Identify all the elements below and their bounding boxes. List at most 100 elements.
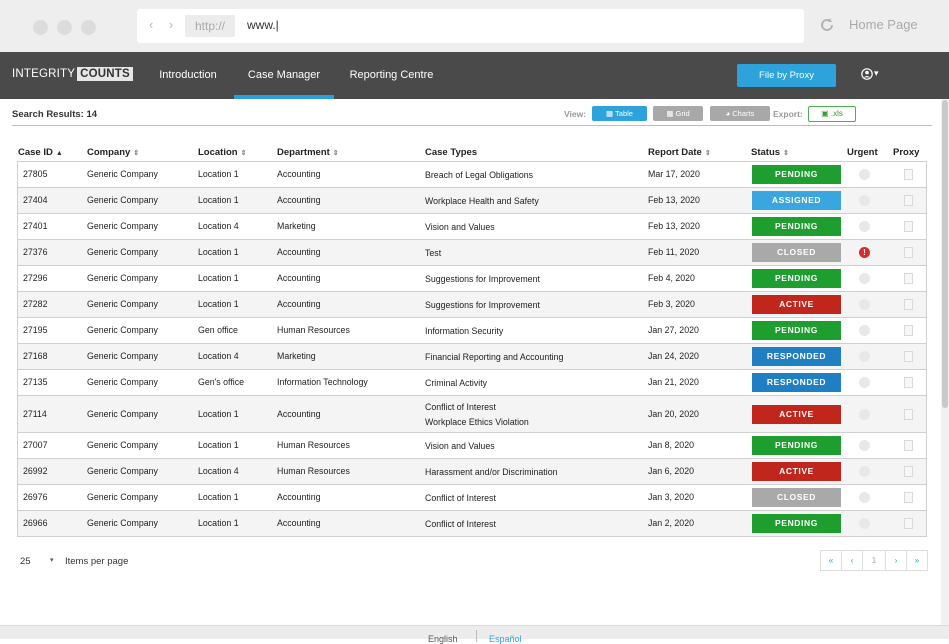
table-row[interactable]: 26976 Generic Company Location 1 Accounting… bbox=[17, 485, 927, 511]
proxy-document-icon[interactable] bbox=[904, 440, 913, 451]
view-table-button[interactable]: ▦ Table bbox=[592, 106, 647, 121]
window-minimize-dot[interactable] bbox=[57, 20, 72, 35]
view-charts-label: Charts bbox=[732, 109, 755, 118]
browser-chrome: ‹ › http:// www.| Home Page bbox=[0, 0, 949, 52]
department-cell: Human Resources bbox=[277, 325, 350, 335]
proxy-document-icon[interactable] bbox=[904, 221, 913, 232]
file-by-proxy-button[interactable]: File by Proxy bbox=[737, 64, 836, 87]
table-row[interactable]: 26966 Generic Company Location 1 Accounting… bbox=[17, 511, 927, 537]
location-cell: Location 1 bbox=[198, 440, 239, 450]
urgent-off-icon[interactable] bbox=[859, 466, 870, 477]
reload-icon[interactable] bbox=[818, 16, 836, 34]
location-cell: Location 4 bbox=[198, 221, 239, 231]
urgent-off-icon[interactable] bbox=[859, 492, 870, 503]
urgent-off-icon[interactable] bbox=[859, 273, 870, 284]
column-header-case-types: Case Types bbox=[425, 147, 477, 158]
first-page-button[interactable]: « bbox=[820, 550, 842, 571]
proxy-document-icon[interactable] bbox=[904, 351, 913, 362]
department-cell: Accounting bbox=[277, 169, 321, 179]
nav-reporting-centre[interactable]: Reporting Centre bbox=[334, 52, 449, 99]
integrity-counts-logo[interactable]: INTEGRITY COUNTS bbox=[12, 67, 133, 81]
column-header-department[interactable]: Department ⇕ bbox=[277, 147, 339, 158]
urgent-off-icon[interactable] bbox=[859, 169, 870, 180]
proxy-document-icon[interactable] bbox=[904, 466, 913, 477]
table-row[interactable]: 27376 Generic Company Location 1 Accounting… bbox=[17, 240, 927, 266]
table-row[interactable]: 27195 Generic Company Gen office Human Reso… bbox=[17, 318, 927, 344]
status-badge: PENDING bbox=[752, 217, 841, 236]
table-row[interactable]: 27296 Generic Company Location 1 Accounting… bbox=[17, 266, 927, 292]
table-row[interactable]: 27135 Generic Company Gen's office Informat… bbox=[17, 370, 927, 396]
export-xls-button[interactable]: ▣ .xls bbox=[808, 106, 856, 122]
proxy-document-icon[interactable] bbox=[904, 299, 913, 310]
status-badge: PENDING bbox=[752, 514, 841, 533]
table-row[interactable]: 27404 Generic Company Location 1 Accounting… bbox=[17, 188, 927, 214]
nav-introduction[interactable]: Introduction bbox=[142, 52, 234, 99]
proxy-document-icon[interactable] bbox=[904, 247, 913, 258]
table-row[interactable]: 27168 Generic Company Location 4 Marketing F… bbox=[17, 344, 927, 370]
column-header-company[interactable]: Company ⇕ bbox=[87, 147, 139, 158]
home-page-link[interactable]: Home Page bbox=[849, 17, 918, 32]
back-forward-icon[interactable]: ‹ › bbox=[149, 17, 179, 32]
urgent-off-icon[interactable] bbox=[859, 377, 870, 388]
urgent-off-icon[interactable] bbox=[859, 518, 870, 529]
urgent-off-icon[interactable] bbox=[859, 408, 870, 420]
case-id-cell: 27401 bbox=[23, 221, 48, 231]
urgent-alert-icon[interactable]: ! bbox=[859, 247, 870, 258]
last-page-button[interactable]: » bbox=[906, 550, 928, 571]
column-header-status[interactable]: Status ⇕ bbox=[751, 147, 789, 158]
report-date-cell: Feb 4, 2020 bbox=[648, 273, 695, 283]
table-row[interactable]: 27805 Generic Company Location 1 Accounting… bbox=[17, 162, 927, 188]
case-types-cell: Harassment and/or Discrimination bbox=[425, 466, 558, 477]
location-cell: Gen office bbox=[198, 325, 238, 335]
table-row[interactable]: 26992 Generic Company Location 4 Human Reso… bbox=[17, 459, 927, 485]
report-date-cell: Feb 13, 2020 bbox=[648, 195, 700, 205]
proxy-document-icon[interactable] bbox=[904, 195, 913, 206]
urgent-off-icon[interactable] bbox=[859, 195, 870, 206]
proxy-document-icon[interactable] bbox=[904, 377, 913, 388]
items-per-page-value[interactable]: 25 bbox=[20, 556, 31, 567]
view-grid-button[interactable]: ▦ Grid bbox=[653, 106, 703, 121]
proxy-document-icon[interactable] bbox=[904, 492, 913, 503]
table-row[interactable]: 27401 Generic Company Location 4 Marketing V… bbox=[17, 214, 927, 240]
column-header-report-date[interactable]: Report Date ⇕ bbox=[648, 147, 711, 158]
table-row[interactable]: 27114 Generic Company Location 1 Accounting… bbox=[17, 396, 927, 433]
proxy-document-icon[interactable] bbox=[904, 518, 913, 529]
proxy-document-icon[interactable] bbox=[904, 169, 913, 180]
proxy-document-icon[interactable] bbox=[904, 408, 913, 420]
language-spanish-link[interactable]: Español bbox=[489, 634, 522, 644]
items-per-page-control[interactable]: 25 ▾ Items per page bbox=[20, 556, 128, 567]
view-charts-button[interactable]: ◕ Charts bbox=[710, 106, 770, 121]
language-divider bbox=[476, 630, 477, 642]
proxy-document-icon[interactable] bbox=[904, 273, 913, 284]
column-header-label: Location bbox=[198, 147, 238, 158]
address-bar[interactable]: ‹ › http:// www.| bbox=[137, 9, 804, 43]
column-header-label: Report Date bbox=[648, 147, 702, 158]
nav-case-manager[interactable]: Case Manager bbox=[234, 52, 334, 99]
window-maximize-dot[interactable] bbox=[81, 20, 96, 35]
urgent-off-icon[interactable] bbox=[859, 351, 870, 362]
report-date-cell: Jan 6, 2020 bbox=[648, 466, 694, 476]
next-page-button[interactable]: › bbox=[885, 550, 907, 571]
page-number-button[interactable]: 1 bbox=[862, 550, 886, 571]
status-badge: PENDING bbox=[752, 269, 841, 288]
column-header-case-id[interactable]: Case ID ▲ bbox=[18, 147, 63, 158]
window-close-dot[interactable] bbox=[33, 20, 48, 35]
report-date-cell: Feb 3, 2020 bbox=[648, 299, 695, 309]
table-row[interactable]: 27007 Generic Company Location 1 Human Reso… bbox=[17, 433, 927, 459]
urgent-off-icon[interactable] bbox=[859, 221, 870, 232]
items-per-page-label: Items per page bbox=[65, 556, 129, 567]
location-cell: Location 4 bbox=[198, 466, 239, 476]
chevron-down-icon[interactable]: ▾ bbox=[50, 556, 54, 564]
column-header-location[interactable]: Location ⇕ bbox=[198, 147, 246, 158]
scrollbar-thumb[interactable] bbox=[942, 100, 948, 408]
urgent-off-icon[interactable] bbox=[859, 299, 870, 310]
proxy-document-icon[interactable] bbox=[904, 325, 913, 336]
urgent-off-icon[interactable] bbox=[859, 325, 870, 336]
previous-page-button[interactable]: ‹ bbox=[841, 550, 863, 571]
table-row[interactable]: 27282 Generic Company Location 1 Accounting… bbox=[17, 292, 927, 318]
sort-icon: ⇕ bbox=[783, 150, 789, 157]
url-input[interactable]: www.| bbox=[247, 18, 279, 32]
user-menu[interactable]: ▾ bbox=[861, 68, 885, 82]
language-english-link[interactable]: English bbox=[428, 634, 458, 644]
urgent-off-icon[interactable] bbox=[859, 440, 870, 451]
